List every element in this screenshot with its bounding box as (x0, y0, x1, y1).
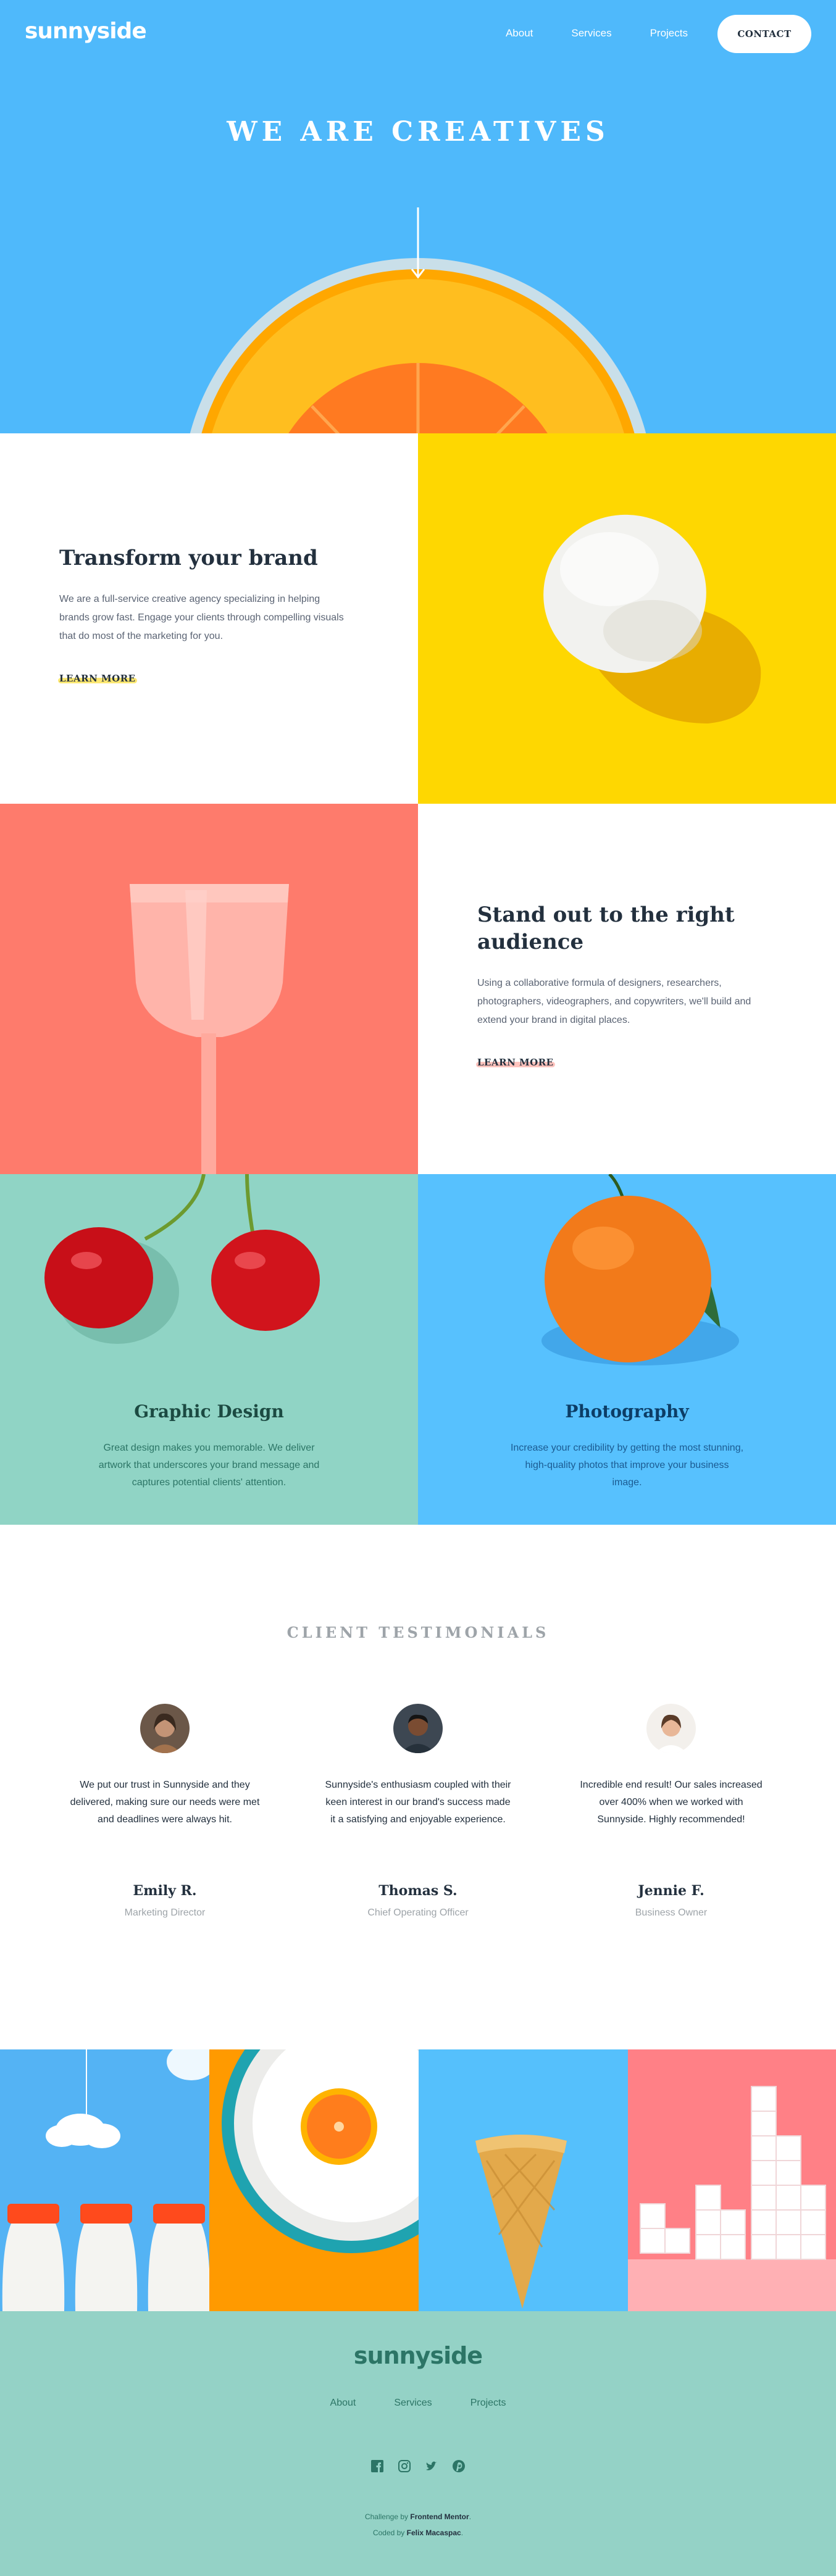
pinterest-icon[interactable] (452, 2459, 466, 2473)
hero-title: WE ARE CREATIVES (227, 116, 609, 148)
challenge-prefix: Challenge by (364, 2512, 409, 2521)
stand-out-section: Stand out to the right audience Using a … (418, 804, 836, 1174)
learn-more-link-1[interactable]: LEARN MORE (58, 673, 137, 684)
graphic-design-title: Graphic Design (134, 1401, 284, 1422)
testimonial-quote: Sunnyside's enthusiasm coupled with thei… (325, 1780, 511, 1825)
avatar-thomas (393, 1704, 443, 1753)
instagram-icon[interactable] (398, 2459, 411, 2473)
challenge-attribution: Challenge by Frontend Mentor. (364, 2512, 472, 2521)
facebook-icon[interactable] (370, 2459, 384, 2473)
cup-image (0, 804, 418, 1174)
transform-brand-text: We are a full-service creative agency sp… (59, 594, 344, 641)
testimonial-quote: Incredible end result! Our sales increas… (580, 1780, 763, 1825)
twitter-icon[interactable] (425, 2459, 438, 2473)
gallery-sugar-cubes-image (628, 2049, 836, 2311)
footer-about-link[interactable]: About (330, 2398, 356, 2409)
top-navigation: sunnyside About Services Projects CONTAC… (0, 0, 836, 68)
footer-links: About Services Projects (0, 2398, 836, 2409)
nav-about-link[interactable]: About (506, 27, 533, 40)
testimonial-card: Sunnyside's enthusiasm coupled with thei… (322, 1704, 514, 1918)
hero-orange-image (190, 258, 646, 433)
nav-services-link[interactable]: Services (571, 27, 611, 40)
nav-projects-link[interactable]: Projects (650, 27, 688, 40)
graphic-design-text: Great design makes you memorable. We del… (98, 1443, 320, 1488)
testimonial-card: Incredible end result! Our sales increas… (575, 1704, 767, 1918)
gallery-milk-bottles-image (0, 2049, 209, 2311)
author-link[interactable]: Felix Macaspac (407, 2528, 461, 2537)
page: sunnyside About Services Projects CONTAC… (0, 0, 836, 2576)
footer: sunnyside About Services Projects Challe… (0, 2311, 836, 2576)
site-logo[interactable]: sunnyside (25, 19, 147, 44)
social-links (0, 2459, 836, 2473)
stand-out-text: Using a collaborative formula of designe… (477, 978, 751, 1025)
coded-by-attribution: Coded by Felix Macaspac. (372, 2528, 464, 2537)
testimonial-card: We put our trust in Sunnyside and they d… (69, 1704, 261, 1918)
transform-brand-title: Transform your brand (59, 546, 318, 570)
testimonial-name: Thomas S. (378, 1883, 458, 1899)
avatar-jennie (646, 1704, 696, 1753)
testimonial-role: Business Owner (635, 1907, 708, 1918)
gallery-cone-image (419, 2049, 628, 2311)
nav-links: About Services Projects (506, 27, 688, 40)
photography-title: Photography (565, 1401, 689, 1422)
footer-projects-link[interactable]: Projects (470, 2398, 506, 2409)
testimonial-name: Emily R. (133, 1883, 197, 1899)
learn-more-link-2[interactable]: LEARN MORE (476, 1057, 555, 1068)
gallery-section (0, 2049, 836, 2311)
footer-services-link[interactable]: Services (394, 2398, 432, 2409)
photography-card: Photography Increase your credibility by… (418, 1174, 836, 1526)
hero-section: sunnyside About Services Projects CONTAC… (0, 0, 836, 433)
testimonials-section: CLIENT TESTIMONIALS We put our trust in … (0, 1525, 836, 2049)
footer-logo[interactable]: sunnyside (0, 2342, 836, 2369)
testimonial-role: Marketing Director (124, 1907, 206, 1918)
transform-brand-section: Transform your brand We are a full-servi… (0, 433, 418, 804)
arrow-down-icon[interactable] (411, 207, 425, 281)
gallery-orange-plate-image (209, 2049, 419, 2311)
testimonial-role: Chief Operating Officer (367, 1907, 469, 1918)
egg-image (418, 433, 836, 804)
testimonial-name: Jennie F. (638, 1883, 704, 1899)
stand-out-title: Stand out to the right audience (477, 902, 735, 954)
testimonials-heading: CLIENT TESTIMONIALS (286, 1624, 550, 1641)
photography-text: Increase your credibility by getting the… (510, 1443, 744, 1488)
contact-button[interactable]: CONTACT (717, 15, 811, 53)
frontend-mentor-link[interactable]: Frontend Mentor (410, 2512, 469, 2521)
coded-prefix: Coded by (372, 2528, 405, 2537)
avatar-emily (140, 1704, 190, 1753)
graphic-design-card: Graphic Design Great design makes you me… (0, 1174, 418, 1526)
testimonial-quote: We put our trust in Sunnyside and they d… (70, 1780, 260, 1825)
